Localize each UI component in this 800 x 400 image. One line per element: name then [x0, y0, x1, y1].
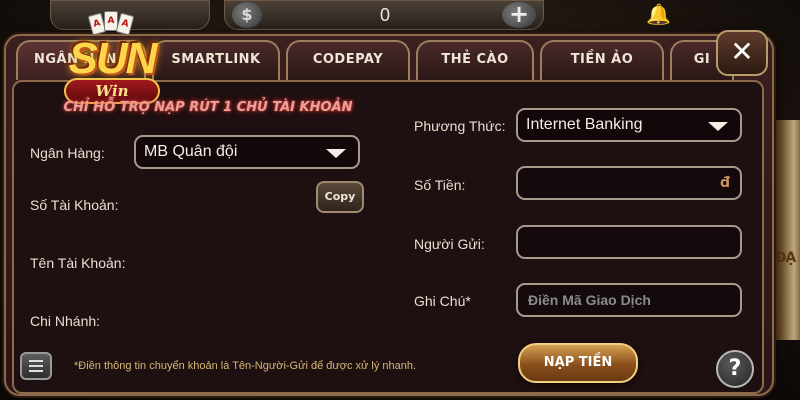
- background-side-banner: [770, 120, 800, 340]
- bank-label: Ngân Hàng:: [30, 145, 105, 161]
- history-button[interactable]: [20, 352, 52, 380]
- balance-value: 0: [379, 5, 390, 25]
- tab-codepay[interactable]: CODEPAY: [286, 40, 410, 80]
- method-select-value: Internet Banking: [526, 116, 643, 133]
- branch-label: Chi Nhánh:: [30, 313, 101, 329]
- note-input[interactable]: [518, 285, 740, 315]
- dollar-coin-icon: $: [232, 2, 262, 28]
- method-select[interactable]: Internet Banking: [516, 108, 742, 142]
- method-label: Phương Thức:: [414, 118, 506, 134]
- sender-label: Người Gửi:: [414, 236, 485, 252]
- note-field[interactable]: [516, 283, 742, 317]
- add-funds-button[interactable]: +: [502, 2, 536, 28]
- help-button[interactable]: ?: [716, 350, 754, 388]
- tab-crypto[interactable]: TIỀN ẢO: [540, 40, 664, 80]
- note-label: Ghi Chú*: [414, 293, 471, 309]
- background-side-text: ĐẠ: [774, 250, 797, 266]
- copy-button[interactable]: Copy: [316, 181, 364, 213]
- account-number-label: Số Tài Khoản:: [30, 197, 119, 213]
- bell-icon[interactable]: 🔔: [646, 2, 671, 26]
- account-name-label: Tên Tài Khoản:: [30, 255, 126, 271]
- close-button[interactable]: ✕: [716, 30, 768, 76]
- sender-field[interactable]: [516, 225, 742, 259]
- tab-card[interactable]: THẺ CÀO: [416, 40, 534, 80]
- footer-note: *Điền thông tin chuyển khoản là Tên-Ngườ…: [74, 360, 417, 372]
- deposit-submit-button[interactable]: NẠP TIỀN: [518, 343, 638, 383]
- bank-select-value: MB Quân đội: [144, 143, 238, 160]
- notice-title: CHỈ HỖ TRỢ NẠP RÚT 1 CHỦ TÀI KHOẢN: [63, 100, 353, 115]
- list-icon: [29, 360, 43, 372]
- chevron-down-icon: [326, 149, 346, 158]
- amount-field[interactable]: đ: [516, 166, 742, 200]
- bank-select[interactable]: MB Quân đội: [134, 135, 360, 169]
- logo-main-text: SUN: [68, 34, 158, 83]
- chevron-down-icon: [708, 122, 728, 131]
- currency-symbol: đ: [719, 175, 730, 191]
- sunwin-logo: A A A SUN Win: [50, 11, 174, 112]
- card-icon: A: [115, 12, 135, 36]
- amount-label: Số Tiền:: [414, 177, 466, 193]
